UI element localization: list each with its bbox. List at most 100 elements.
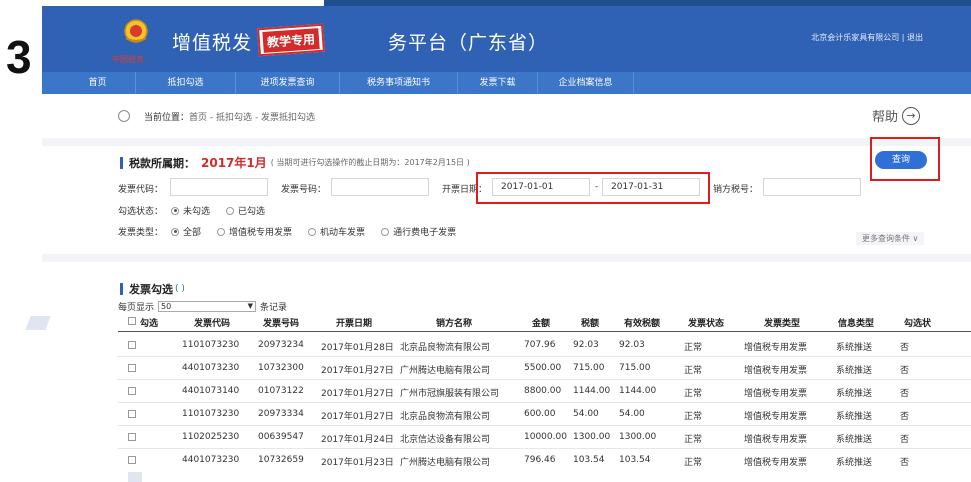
table-row[interactable]: 1101073230 20973334 2017年01月27日 北京品良物流有限… bbox=[118, 403, 971, 426]
row-checkbox[interactable] bbox=[128, 456, 136, 464]
invoice-number-input[interactable] bbox=[331, 178, 429, 196]
cell-amount: 707.96 bbox=[524, 340, 556, 350]
teaching-stamp-label: 教学专用 bbox=[262, 27, 320, 53]
invoice-code-input[interactable] bbox=[170, 178, 268, 196]
row-checkbox[interactable] bbox=[128, 433, 136, 441]
col-valid-tax[interactable]: 有效税额 bbox=[624, 316, 660, 329]
radio-type-all[interactable] bbox=[171, 227, 180, 236]
table-row[interactable]: 1101073230 20973234 2017年01月28日 北京品良物流有限… bbox=[118, 334, 971, 357]
check-status-label: 勾选状态： bbox=[118, 207, 164, 217]
cell-info: 系统推送 bbox=[836, 458, 873, 468]
cell-seller: 北京品良物流有限公司 bbox=[400, 343, 491, 353]
cell-seller: 广州腾达电脑有限公司 bbox=[400, 366, 491, 376]
cell-code: 1101073230 bbox=[182, 409, 240, 419]
cell-amount: 5500.00 bbox=[524, 363, 562, 373]
app-title-right: 务平台（广东省） bbox=[388, 32, 549, 54]
col-info[interactable]: 信息类型 bbox=[838, 316, 874, 329]
col-status[interactable]: 发票状态 bbox=[688, 316, 724, 329]
row-checkbox[interactable] bbox=[128, 341, 136, 349]
app-title-left: 增值税发 bbox=[172, 32, 253, 54]
col-type[interactable]: 发票类型 bbox=[764, 316, 800, 329]
radio-type-vat[interactable] bbox=[217, 227, 226, 236]
select-all-checkbox[interactable] bbox=[128, 317, 136, 325]
seller-tax-input[interactable] bbox=[763, 178, 861, 196]
radio-type-vat-label[interactable]: 增值税专用发票 bbox=[229, 225, 292, 238]
more-conditions-link[interactable]: 更多查询条件 ∨ bbox=[856, 232, 925, 245]
radio-type-vehicle-label[interactable]: 机动车发票 bbox=[320, 225, 365, 238]
row-checkbox[interactable] bbox=[128, 364, 136, 372]
cell-info: 系统推送 bbox=[836, 389, 873, 399]
col-seller[interactable]: 销方名称 bbox=[436, 316, 472, 329]
nav-item-deduction[interactable]: 抵扣勾选 bbox=[136, 72, 236, 94]
radio-unchecked-label[interactable]: 未勾选 bbox=[183, 204, 210, 217]
col-checked[interactable]: 勾选状 bbox=[904, 316, 931, 329]
page-root: { "step_number": "3", "header": { "emble… bbox=[0, 0, 971, 482]
cell-code: 4401073230 bbox=[182, 363, 240, 373]
cell-amount: 10000.00 bbox=[524, 432, 567, 442]
cell-checked: 否 bbox=[900, 366, 910, 376]
cell-type: 增值税专用发票 bbox=[744, 412, 808, 422]
cell-seller: 广州腾达电脑有限公司 bbox=[400, 458, 491, 468]
cell-checked: 否 bbox=[900, 389, 910, 399]
cell-seller: 北京品良物流有限公司 bbox=[400, 412, 491, 422]
nav-item-home[interactable]: 首页 bbox=[60, 72, 136, 94]
nav-item-invoice-query[interactable]: 进项发票查询 bbox=[236, 72, 340, 94]
cell-type: 增值税专用发票 bbox=[744, 458, 808, 468]
cell-info: 系统推送 bbox=[836, 412, 873, 422]
period-value: 2017年1月 bbox=[201, 156, 267, 170]
cell-date: 2017年01月28日 bbox=[321, 343, 394, 353]
radio-checked-label[interactable]: 已勾选 bbox=[238, 204, 265, 217]
table-row[interactable]: 4401073230 10732300 2017年01月27日 广州腾达电脑有限… bbox=[118, 357, 971, 380]
teaching-stamp: 教学专用 bbox=[257, 23, 325, 57]
tax-emblem-icon bbox=[124, 19, 148, 43]
row-checkbox[interactable] bbox=[128, 387, 136, 395]
cell-date: 2017年01月24日 bbox=[321, 435, 394, 445]
invoice-type-group: 发票类型： 全部 增值税专用发票 机动车发票 通行费电子发票 bbox=[118, 225, 456, 238]
nav-item-download[interactable]: 发票下载 bbox=[458, 72, 538, 94]
table-row[interactable]: 4401073140 01073122 2017年01月27日 广州市冠旗服装有… bbox=[118, 380, 971, 403]
page-size-select[interactable]: 50 ▼ bbox=[158, 301, 257, 312]
cell-code: 1102025230 bbox=[182, 432, 240, 442]
radio-type-toll-label[interactable]: 通行费电子发票 bbox=[393, 225, 456, 238]
col-date[interactable]: 开票日期 bbox=[336, 316, 372, 329]
cell-number: 10732659 bbox=[258, 455, 304, 465]
period-heading: 税款所属期： 2017年1月 ( 当期可进行勾选操作的截止日期为：2017年2月… bbox=[120, 154, 470, 171]
cell-type: 增值税专用发票 bbox=[744, 343, 808, 353]
section-divider bbox=[42, 138, 971, 146]
cell-status: 正常 bbox=[684, 389, 703, 399]
help-link[interactable]: 帮助 → bbox=[872, 106, 921, 125]
nav-item-tax-notice[interactable]: 税务事项通知书 bbox=[340, 72, 458, 94]
cell-amount: 600.00 bbox=[524, 409, 556, 419]
radio-type-all-label[interactable]: 全部 bbox=[183, 225, 201, 238]
cell-tax: 715.00 bbox=[573, 363, 605, 373]
cell-seller: 北京信达设备有限公司 bbox=[400, 435, 491, 445]
cell-valid-tax: 92.03 bbox=[619, 340, 645, 350]
radio-checked-option[interactable] bbox=[226, 206, 235, 215]
row-checkbox[interactable] bbox=[128, 410, 136, 418]
cell-status: 正常 bbox=[684, 366, 703, 376]
table-row[interactable]: 1102025230 00639547 2017年01月24日 北京信达设备有限… bbox=[118, 426, 971, 449]
col-code[interactable]: 发票代码 bbox=[194, 316, 230, 329]
cell-type: 增值税专用发票 bbox=[744, 435, 808, 445]
account-logout[interactable]: 北京会计乐家具有限公司 | 退出 bbox=[811, 32, 923, 43]
radio-type-vehicle[interactable] bbox=[308, 227, 317, 236]
breadcrumb-label: 当前位置： bbox=[144, 112, 190, 123]
col-number[interactable]: 发票号码 bbox=[263, 316, 299, 329]
table-row[interactable]: 4401073230 10732659 2017年01月23日 广州腾达电脑有限… bbox=[118, 449, 971, 472]
dropdown-arrow-icon: ▼ bbox=[247, 302, 254, 310]
watermark-shape bbox=[25, 316, 51, 330]
cell-seller: 广州市冠旗服装有限公司 bbox=[400, 389, 500, 399]
cell-amount: 8800.00 bbox=[524, 386, 562, 396]
radio-unchecked-option[interactable] bbox=[171, 206, 180, 215]
cell-date: 2017年01月27日 bbox=[321, 389, 394, 399]
radio-type-toll[interactable] bbox=[381, 227, 390, 236]
col-tax[interactable]: 税额 bbox=[581, 316, 599, 329]
cell-tax: 103.54 bbox=[573, 455, 605, 465]
cell-info: 系统推送 bbox=[836, 366, 873, 376]
cell-status: 正常 bbox=[684, 435, 703, 445]
cell-type: 增值税专用发票 bbox=[744, 389, 808, 399]
nav-item-archive[interactable]: 企业档案信息 bbox=[538, 72, 634, 94]
col-amount[interactable]: 金额 bbox=[532, 316, 550, 329]
arrow-right-icon: → bbox=[902, 106, 921, 125]
